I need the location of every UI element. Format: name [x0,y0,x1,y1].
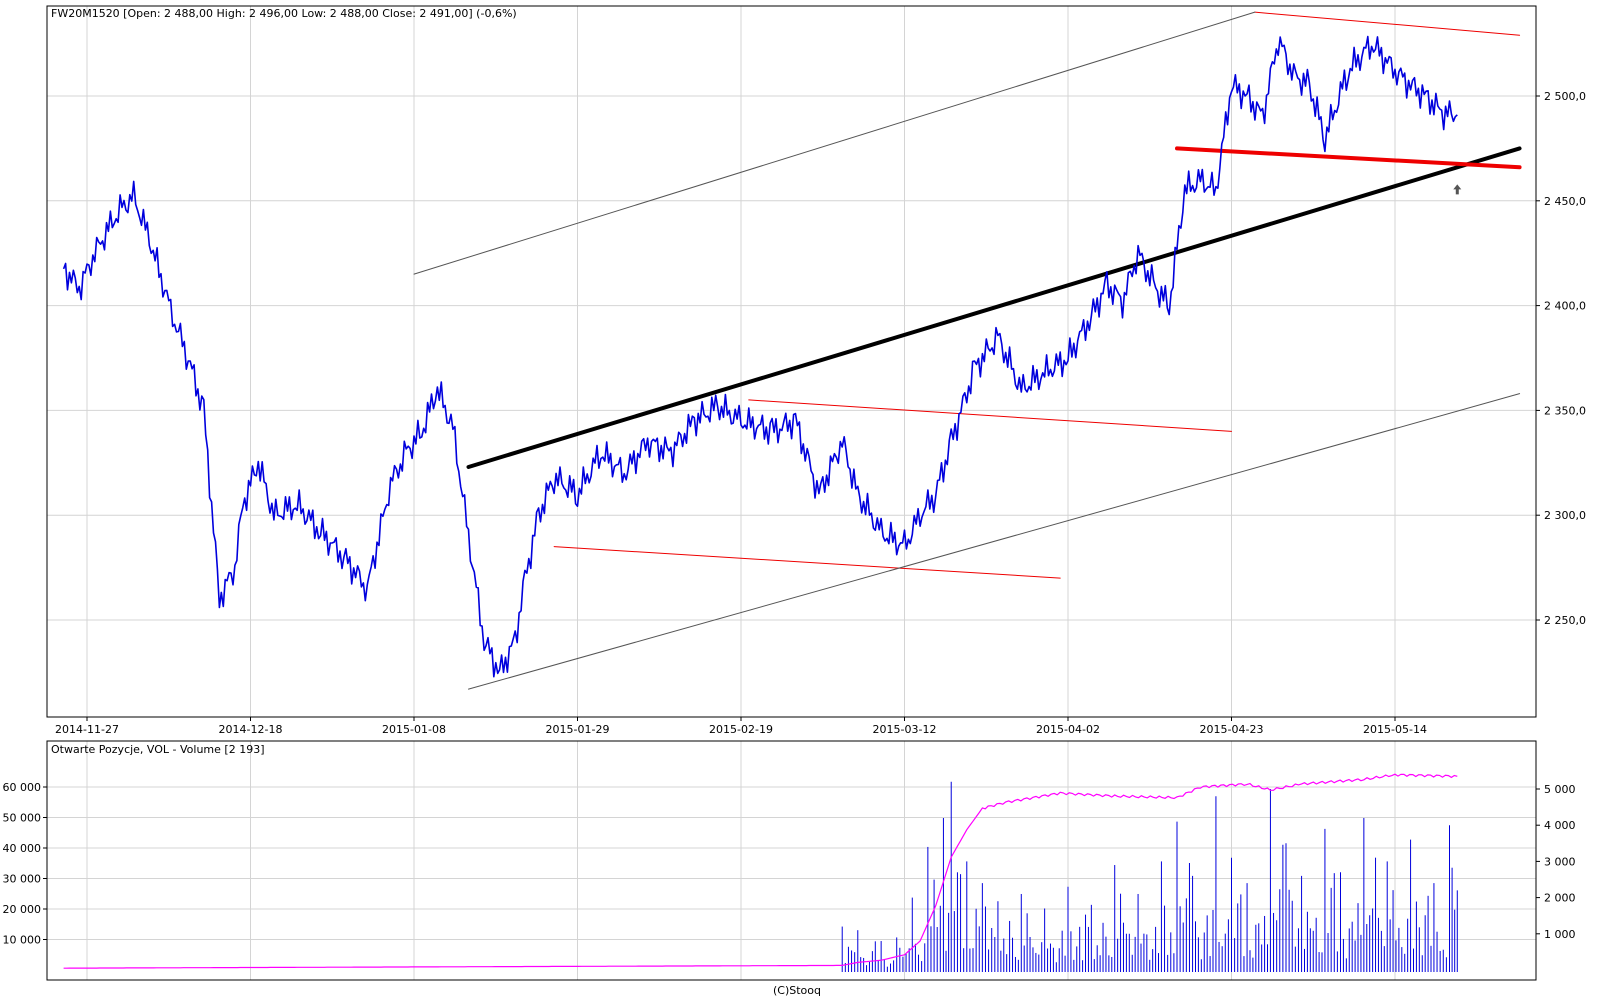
volume-right-tick-label: 2 000 [1544,892,1576,905]
copyright-label: (C)Stooq [773,984,821,997]
trendline [1254,11,1521,36]
price-y-tick-label: 2 500,0 [1544,90,1586,103]
price-x-tick-label: 2014-12-18 [219,723,283,736]
trendline [466,146,1522,469]
volume-left-tick-label: 50 000 [3,812,42,825]
price-line [62,35,1458,678]
price-y-tick-label: 2 450,0 [1544,195,1586,208]
volume-panel-border [46,740,1537,981]
volume-left-tick-label: 20 000 [3,903,42,916]
chart-canvas: 2014-11-27 2014-12-18 2015-01-08 2015-01-29… [3,5,1586,997]
volume-left-tick-label: 60 000 [3,781,42,794]
price-x-tick-label: 2015-03-12 [873,723,937,736]
volume-chart-title: Otwarte Pozycje, VOL - Volume [2 193] [51,743,265,756]
price-series [62,35,1462,678]
trendline [468,393,1521,690]
volume-panel-grid [47,741,1536,980]
price-y-tick-label: 2 250,0 [1544,614,1586,627]
trendline [413,11,1256,275]
price-trendlines [413,11,1522,690]
price-x-tick-label: 2015-01-08 [382,723,446,736]
price-y-tick-label: 2 300,0 [1544,509,1586,522]
price-x-tick-label: 2015-01-29 [546,723,610,736]
volume-panel-axes: 10 000 20 000 30 000 40 000 50 000 60 000 1 00… [3,781,1576,947]
price-x-tick-label: 2015-02-19 [709,723,773,736]
volume-left-tick-label: 10 000 [3,934,42,947]
volume-right-tick-label: 5 000 [1544,783,1576,796]
price-panel-grid [47,6,1536,717]
price-panel-axes: 2014-11-27 2014-12-18 2015-01-08 2015-01-29… [55,90,1586,736]
trendline [748,399,1232,432]
price-x-tick-label: 2014-11-27 [55,723,119,736]
volume-right-tick-label: 1 000 [1544,928,1576,941]
volume-panel-frame [46,740,1537,981]
price-x-tick-label: 2015-04-23 [1200,723,1264,736]
trendline [1175,146,1522,170]
trendline [553,546,1061,579]
price-y-tick-label: 2 400,0 [1544,300,1586,313]
price-x-tick-label: 2015-05-14 [1363,723,1427,736]
volume-left-tick-label: 30 000 [3,873,42,886]
price-x-tick-label: 2015-04-02 [1036,723,1100,736]
volume-series [63,773,1458,972]
volume-left-tick-label: 40 000 [3,842,42,855]
arrow-up-icon [1453,184,1462,195]
price-panel-border [46,5,1537,718]
volume-right-tick-label: 3 000 [1544,855,1576,868]
volume-right-tick-label: 4 000 [1544,819,1576,832]
price-y-tick-label: 2 350,0 [1544,404,1586,417]
price-panel-frame [46,5,1537,718]
price-chart-title: FW20M1520 [Open: 2 488,00 High: 2 496,00… [51,7,517,20]
